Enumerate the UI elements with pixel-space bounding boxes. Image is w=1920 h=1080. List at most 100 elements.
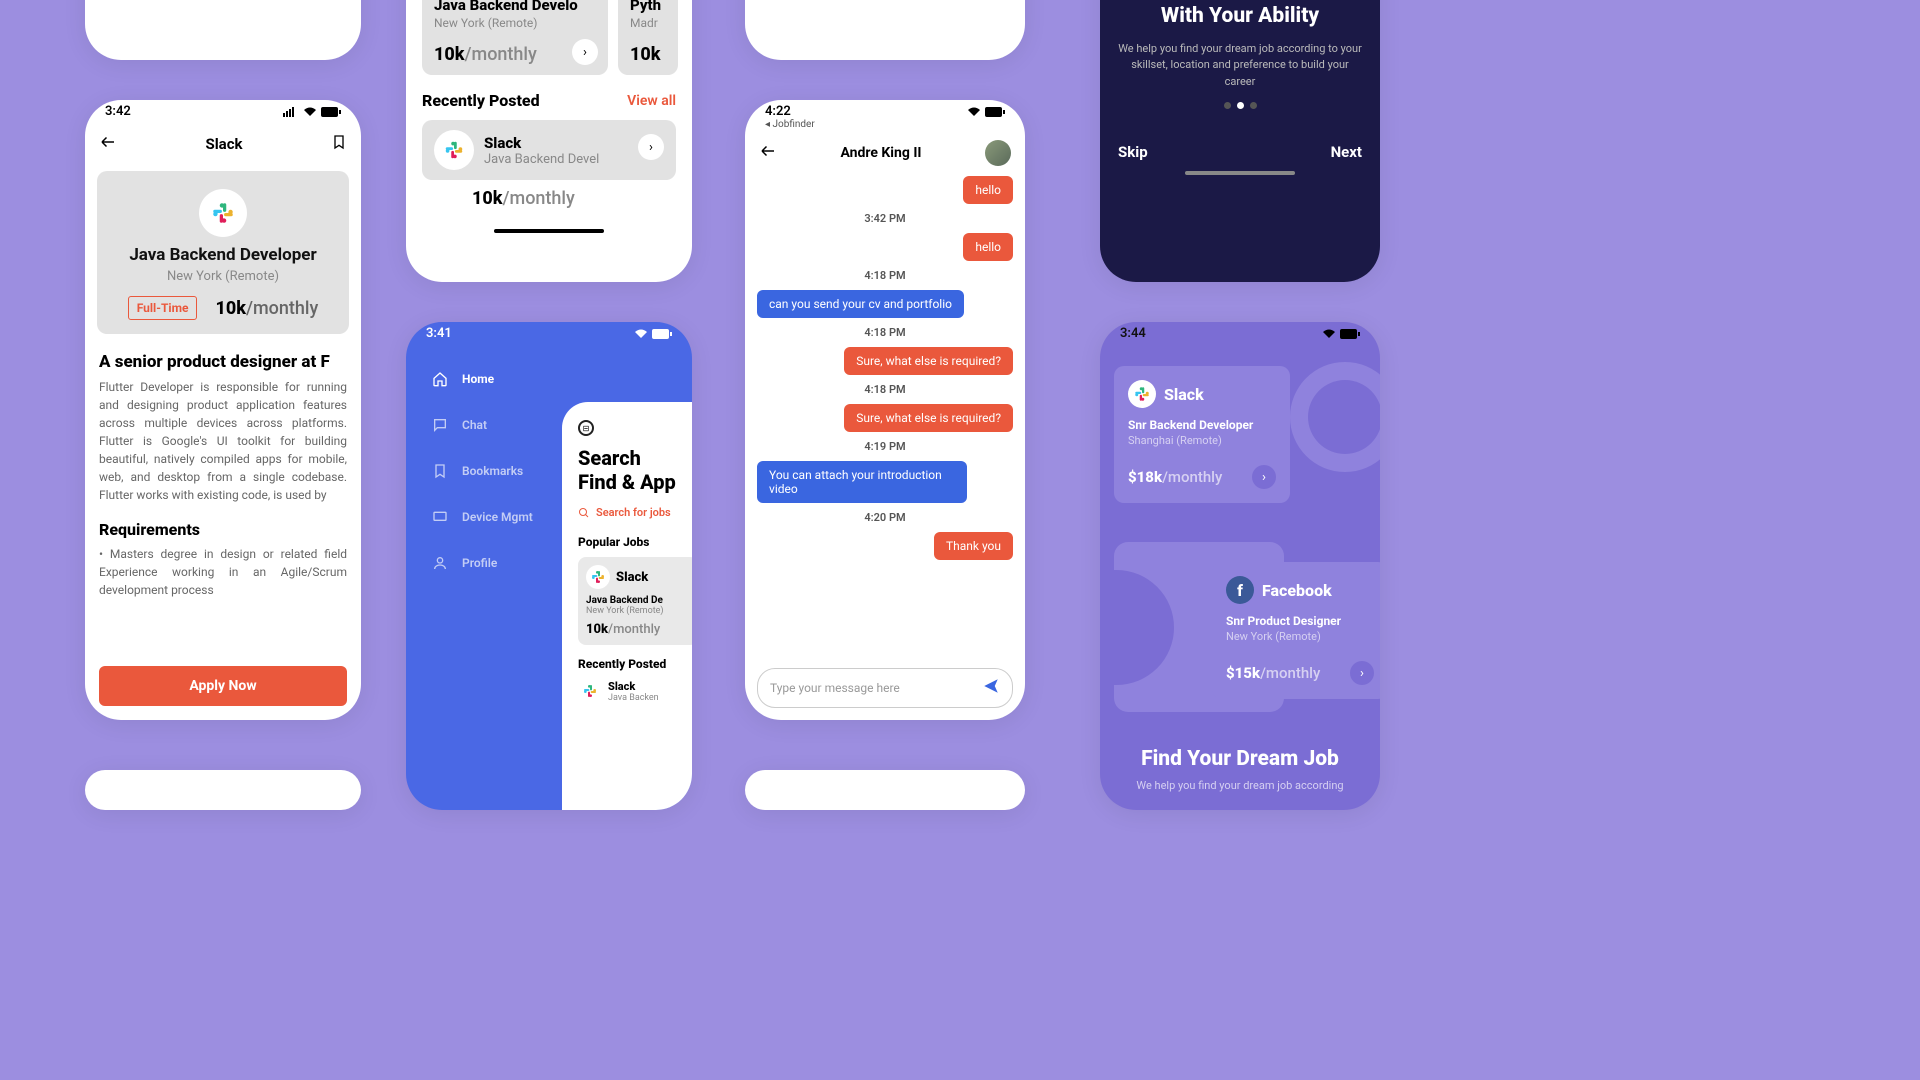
back-breadcrumb[interactable]: ◂ Jobfinder — [745, 119, 1025, 130]
recently-posted-title: Recently Posted — [422, 91, 540, 110]
message-bubble: hello — [963, 176, 1013, 204]
timestamp: 4:20 PM — [757, 511, 1013, 524]
section-header: Recently Posted View all — [406, 75, 692, 120]
dream-title: Find Your Dream Job — [1100, 747, 1380, 771]
outgoing-message: Thank you — [757, 532, 1013, 560]
blank-phone — [745, 0, 1025, 60]
menu-toggle-icon[interactable]: ⊟ — [578, 420, 594, 436]
job-location: New York (Remote) — [586, 606, 690, 616]
job-summary-card: Java Backend Developer New York (Remote)… — [97, 171, 349, 334]
company-logo — [1128, 380, 1156, 408]
company-name: Slack — [484, 134, 599, 152]
job-role: Java Backen — [608, 693, 688, 703]
apply-button[interactable]: Apply Now — [99, 666, 347, 706]
status-time: 3:42 — [105, 104, 131, 119]
message-input[interactable]: Type your message here — [757, 668, 1013, 708]
send-icon[interactable] — [982, 677, 1000, 699]
search-input[interactable]: Search for jobs — [578, 506, 692, 519]
panel-title: SearchFind & App — [578, 446, 692, 494]
message-bubble: Sure, what else is required? — [844, 404, 1013, 432]
popular-job-card[interactable]: Slack Java Backend De New York (Remote) … — [578, 557, 692, 645]
status-time: 3:41 — [426, 326, 452, 341]
drawer-search-screen: 3:41 Home Chat Bookmarks Device Mgmt Pro… — [406, 322, 692, 810]
battery-icon — [985, 107, 1005, 117]
wifi-icon — [634, 329, 648, 339]
wifi-icon — [1322, 329, 1336, 339]
job-role: Snr Product Designer — [1226, 614, 1374, 628]
dot[interactable] — [1224, 102, 1231, 109]
menu-label: Chat — [462, 418, 487, 432]
message-bubble: can you send your cv and portfolio — [757, 290, 964, 318]
featured-job-card[interactable]: f Facebook Snr Product Designer New York… — [1212, 562, 1380, 699]
menu-label: Bookmarks — [462, 464, 523, 478]
chat-screen: 4:22 ◂ Jobfinder Andre King II hello3:42… — [745, 100, 1025, 720]
message-bubble: Thank you — [934, 532, 1013, 560]
device-icon — [432, 509, 448, 525]
company-name: Slack — [616, 570, 648, 585]
company-logo — [434, 130, 474, 170]
timestamp: 4:18 PM — [757, 383, 1013, 396]
job-salary: 10k/monthly — [472, 188, 676, 209]
battery-icon — [321, 107, 341, 117]
status-bar: 3:42 — [85, 100, 361, 119]
onboarding-title: Stable YourselfWith Your Ability — [1100, 0, 1380, 31]
job-role: Java Backend Devel — [484, 152, 599, 167]
status-icons — [283, 107, 341, 117]
skip-button[interactable]: Skip — [1118, 143, 1148, 161]
blank-phone — [85, 770, 361, 810]
message-bubble: You can attach your introduction video — [757, 461, 967, 503]
recent-job-card[interactable]: Slack Java Backen — [578, 679, 692, 703]
onboarding-footer: Skip Next — [1100, 109, 1380, 161]
header-title: Slack — [205, 135, 242, 153]
status-icons — [1322, 329, 1360, 339]
chevron-right-icon[interactable]: › — [638, 134, 664, 160]
job-detail-screen: 3:42 Slack Java Backend Developer New Yo… — [85, 100, 361, 720]
outgoing-message: Sure, what else is required? — [757, 404, 1013, 432]
menu-item-home[interactable]: Home — [432, 371, 666, 387]
avatar[interactable] — [985, 140, 1011, 166]
job-salary: $15k/monthly — [1226, 664, 1320, 682]
job-card-title: Java Backend Develo — [434, 0, 596, 14]
message-bubble: hello — [963, 233, 1013, 261]
onboarding-screen: Stable YourselfWith Your Ability We help… — [1100, 0, 1380, 282]
job-description: Flutter Developer is responsible for run… — [85, 378, 361, 504]
dot-active[interactable] — [1237, 102, 1244, 109]
search-placeholder: Search for jobs — [596, 506, 671, 519]
job-title: Java Backend Developer — [107, 245, 339, 265]
timestamp: 4:19 PM — [757, 440, 1013, 453]
job-salary: $18k/monthly — [1128, 468, 1222, 486]
back-icon[interactable] — [759, 142, 777, 164]
chat-header: Andre King II — [745, 130, 1025, 176]
status-icons — [967, 107, 1005, 117]
job-card[interactable]: Pyth Madr 10k — [618, 0, 678, 75]
search-panel: ⊟ SearchFind & App Search for jobs Popul… — [562, 402, 692, 810]
dot[interactable] — [1250, 102, 1257, 109]
home-icon — [432, 371, 448, 387]
next-button[interactable]: Next — [1331, 143, 1362, 161]
company-name: Slack — [608, 680, 688, 693]
popular-jobs-label: Popular Jobs — [578, 535, 692, 549]
status-time: 3:44 — [1120, 326, 1146, 341]
company-logo — [586, 565, 610, 589]
view-all-link[interactable]: View all — [627, 93, 676, 109]
status-icons — [634, 329, 672, 339]
chevron-right-icon[interactable]: › — [572, 39, 598, 65]
wifi-icon — [303, 107, 317, 117]
incoming-message: You can attach your introduction video — [757, 461, 1013, 503]
message-stream: hello 3:42 PM hello 4:18 PM can you send you… — [745, 176, 1025, 560]
timestamp: 4:18 PM — [757, 269, 1013, 282]
back-icon[interactable] — [99, 133, 117, 155]
battery-icon — [652, 329, 672, 339]
menu-label: Device Mgmt — [462, 510, 533, 524]
chevron-right-icon[interactable]: › — [1252, 465, 1276, 489]
featured-job-card[interactable]: Slack Snr Backend Developer Shanghai (Re… — [1114, 366, 1290, 503]
job-card-location: Madr — [630, 16, 666, 30]
signal-icon — [283, 107, 299, 117]
timestamp: 3:42 PM — [757, 212, 1013, 225]
wide-job-card[interactable]: Slack Java Backend Devel › — [422, 120, 676, 180]
bookmark-icon[interactable] — [331, 133, 347, 155]
chevron-right-icon[interactable]: › — [1350, 661, 1374, 685]
menu-label: Home — [462, 372, 494, 386]
job-card[interactable]: Java Backend Develo New York (Remote) 10… — [422, 0, 608, 75]
job-location: New York (Remote) — [107, 269, 339, 284]
